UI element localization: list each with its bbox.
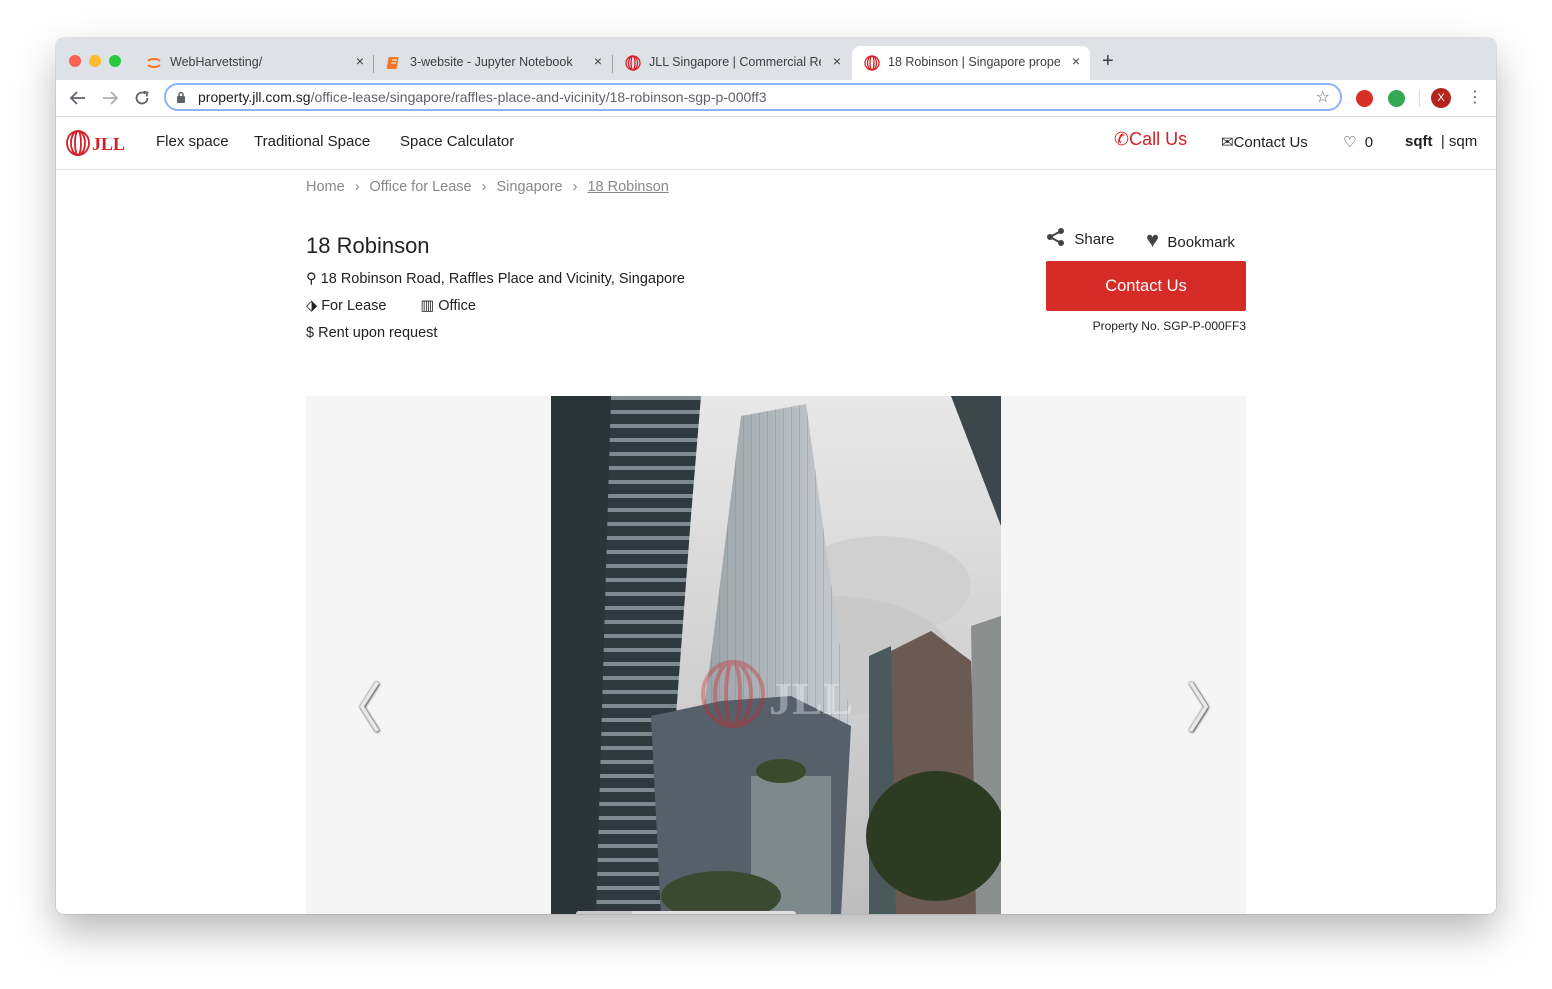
heart-outline-icon: ♡ [1343, 134, 1357, 151]
bookmark-star-icon[interactable]: ☆ [1316, 87, 1330, 107]
browser-toolbar: property.jll.com.sg/office-lease/singapo… [56, 80, 1496, 117]
nav-space-calculator[interactable]: Space Calculator [400, 133, 514, 150]
minimize-window-button[interactable] [89, 55, 101, 67]
browser-window: WebHarvetsting/ × 3-website - Jupyter No… [56, 38, 1496, 914]
building-photo-illustration: JLL [551, 396, 1001, 914]
page-content: JLL Flex space Traditional Space Space C… [56, 117, 1496, 914]
property-photo: JLL [551, 396, 1001, 914]
profile-avatar[interactable]: X [1431, 88, 1451, 108]
contact-us-label: Contact Us [1233, 134, 1308, 151]
unit-switcher: sqft | sqm [1405, 133, 1477, 150]
building-icon: ▥ [420, 298, 435, 314]
tab-jll-commercial[interactable]: JLL Singapore | Commercial Re × [613, 46, 851, 80]
phone-icon: ✆ [1114, 129, 1130, 149]
rent-text: Rent upon request [318, 325, 438, 341]
url-text: property.jll.com.sg/office-lease/singapo… [198, 89, 767, 105]
property-type: Office [438, 298, 476, 314]
back-arrow-icon[interactable] [70, 91, 86, 105]
url-path: /office-lease/singapore/raffles-place-an… [310, 89, 767, 105]
unit-sqm[interactable]: | sqm [1441, 133, 1477, 150]
tab-strip: WebHarvetsting/ × 3-website - Jupyter No… [56, 38, 1496, 80]
gallery-scrollbar-thumb[interactable] [576, 911, 632, 914]
property-rent: $ Rent upon request [306, 325, 437, 341]
close-icon[interactable]: × [356, 53, 364, 69]
call-us-link[interactable]: ✆Call Us [1114, 129, 1187, 150]
site-header: JLL Flex space Traditional Space Space C… [56, 117, 1496, 170]
breadcrumb: Home › Office for Lease › Singapore › 18 Robin… [306, 179, 669, 195]
url-host: property.jll.com.sg [198, 89, 311, 105]
reload-icon[interactable] [134, 90, 150, 106]
map-pin-icon: ⚲ [306, 271, 317, 287]
watermark-text: JLL [769, 673, 853, 724]
heart-icon: ♥ [1146, 227, 1160, 252]
gallery-next-arrow[interactable]: 〉 [1186, 664, 1240, 743]
call-us-label: Call Us [1129, 129, 1188, 149]
jupyter-icon [147, 58, 161, 68]
close-icon[interactable]: × [1072, 53, 1080, 69]
breadcrumb-home[interactable]: Home [306, 179, 345, 195]
adblock-extension-icon[interactable] [1356, 90, 1373, 107]
breadcrumb-office-for-lease[interactable]: Office for Lease [370, 179, 472, 195]
favorites-link[interactable]: ♡ 0 [1343, 133, 1373, 151]
forward-arrow-icon[interactable] [102, 91, 118, 105]
property-number: Property No. SGP-P-000FF3 [1092, 319, 1246, 333]
close-icon[interactable]: × [594, 53, 602, 69]
lease-type: For Lease [321, 298, 387, 314]
jll-logo-wordmark: JLL [92, 134, 125, 154]
gallery-prev-arrow[interactable]: 〈 [328, 664, 382, 743]
tab-title: JLL Singapore | Commercial Re [649, 55, 821, 69]
dollar-icon: $ [306, 325, 315, 341]
bookmark-label: Bookmark [1167, 234, 1235, 251]
jll-logo-icon [625, 55, 641, 71]
property-address: ⚲ 18 Robinson Road, Raffles Place and Vi… [306, 271, 685, 287]
lock-icon [177, 91, 185, 103]
toolbar-separator [1419, 90, 1420, 107]
close-icon[interactable]: × [833, 53, 841, 69]
tab-jupyter-notebook[interactable]: 3-website - Jupyter Notebook × [374, 46, 612, 80]
chevron-right-icon: › [572, 179, 578, 195]
nav-flex-space[interactable]: Flex space [156, 133, 229, 150]
property-tags: ⬗ For Lease ▥ Office [306, 298, 476, 314]
property-title: 18 Robinson [306, 233, 430, 258]
contact-us-button[interactable]: Contact Us [1046, 261, 1246, 311]
tab-webharvesting[interactable]: WebHarvetsting/ × [134, 46, 374, 80]
photo-gallery: JLL 〈 〉 [306, 396, 1246, 914]
evernote-extension-icon[interactable] [1388, 90, 1405, 107]
tab-title: 3-website - Jupyter Notebook [410, 55, 573, 69]
unit-sqft[interactable]: sqft [1405, 133, 1433, 150]
jll-logo[interactable]: JLL [66, 130, 126, 161]
nav-traditional-space[interactable]: Traditional Space [254, 133, 370, 150]
tab-title: WebHarvetsting/ [170, 55, 263, 69]
gallery-scrollbar[interactable] [576, 911, 796, 914]
bookmark-button[interactable]: ♥ Bookmark [1146, 227, 1235, 253]
breadcrumb-singapore[interactable]: Singapore [496, 179, 562, 195]
address-bar[interactable]: property.jll.com.sg/office-lease/singapo… [164, 83, 1342, 111]
tab-title: 18 Robinson | Singapore prope [888, 55, 1060, 69]
breadcrumb-current[interactable]: 18 Robinson [587, 179, 668, 195]
menu-kebab-icon[interactable]: ⋮ [1467, 87, 1483, 107]
chevron-right-icon: › [481, 179, 487, 195]
address-text: 18 Robinson Road, Raffles Place and Vici… [320, 271, 685, 287]
tag-icon: ⬗ [306, 298, 318, 314]
jll-logo-mark: JLL [66, 130, 125, 156]
tab-18-robinson[interactable]: 18 Robinson | Singapore prope × [852, 46, 1090, 80]
maximize-window-button[interactable] [109, 55, 121, 67]
envelope-icon: ✉ [1221, 134, 1234, 151]
share-button[interactable]: Share [1046, 227, 1114, 248]
notebook-icon [386, 57, 399, 69]
close-window-button[interactable] [69, 55, 81, 67]
share-label: Share [1074, 231, 1115, 248]
jll-logo-icon [864, 55, 880, 71]
chevron-right-icon: › [354, 179, 360, 195]
new-tab-button[interactable]: + [1102, 50, 1114, 73]
contact-us-link[interactable]: ✉Contact Us [1221, 133, 1308, 151]
favorites-count: 0 [1364, 134, 1374, 151]
share-icon [1047, 228, 1064, 246]
